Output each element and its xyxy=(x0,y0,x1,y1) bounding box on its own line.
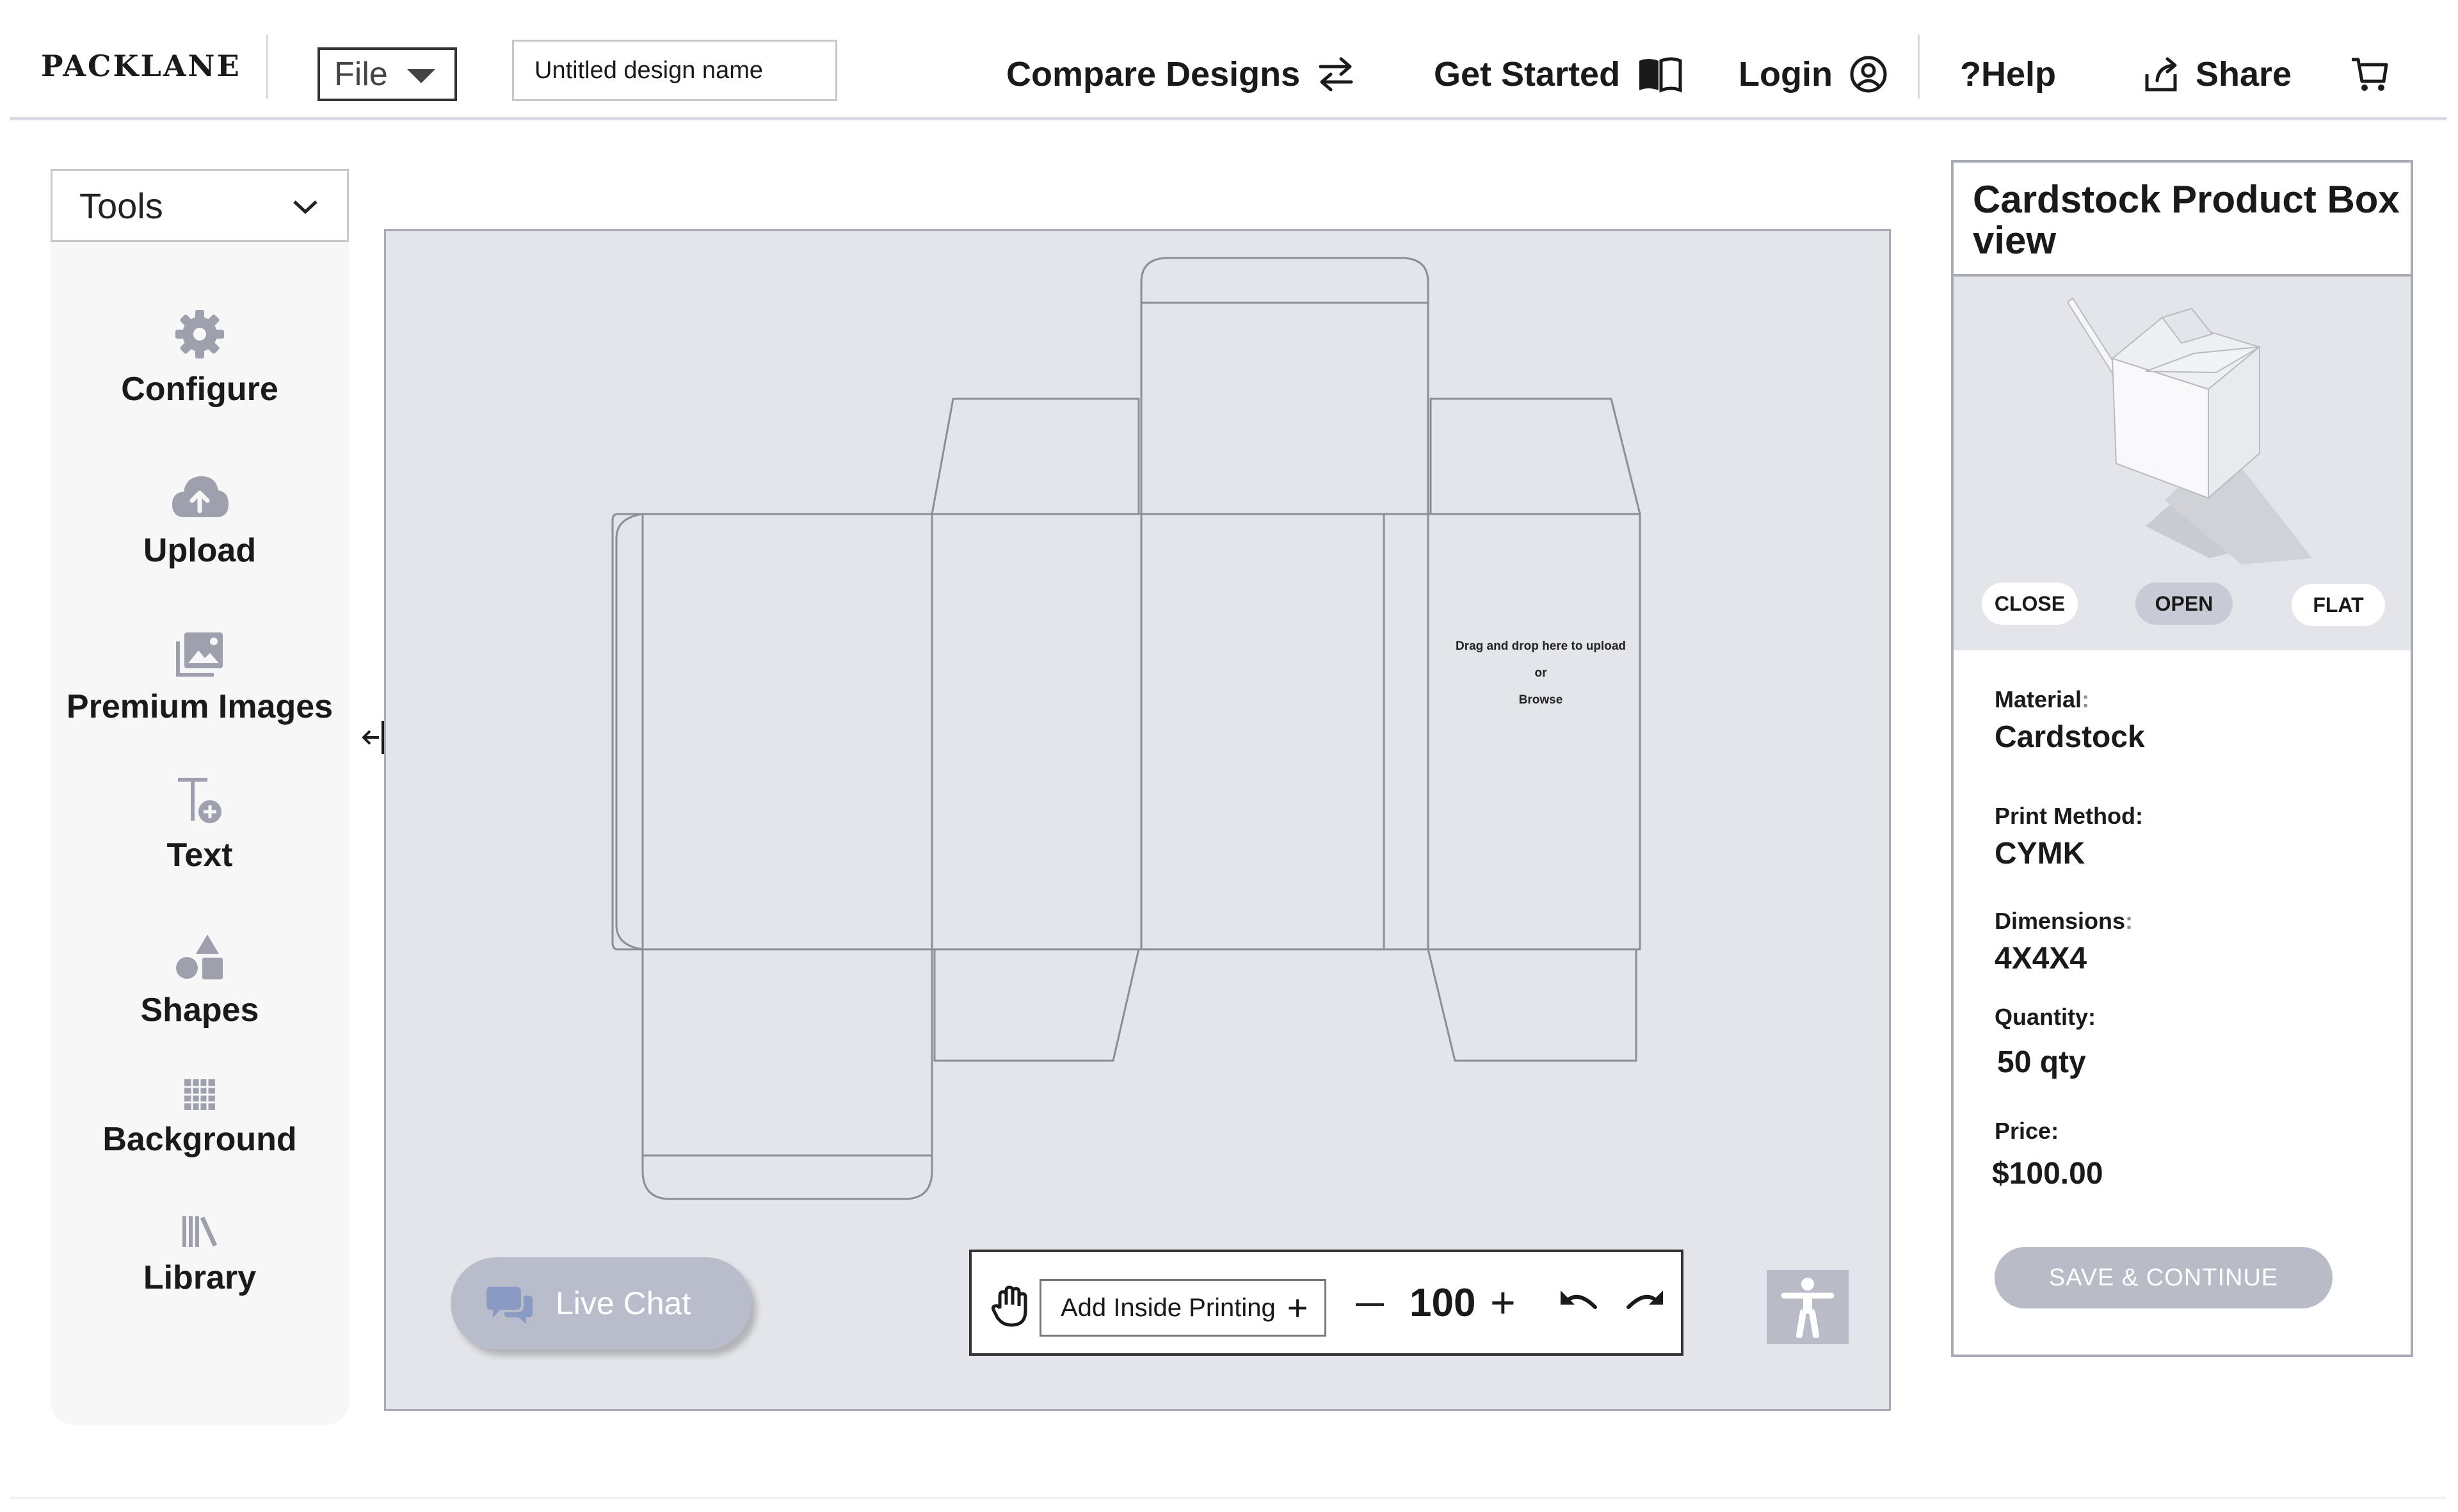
material-field: Material: Cardstock xyxy=(1995,686,2145,755)
share-label: Share xyxy=(2196,55,2292,93)
gear-icon xyxy=(175,310,224,358)
chat-bubbles-icon xyxy=(486,1287,533,1324)
compare-designs-link[interactable]: Compare Designs xyxy=(1006,49,1355,100)
redo-icon[interactable] xyxy=(1625,1288,1666,1316)
price-label: Price: xyxy=(1995,1118,2059,1144)
library-icon xyxy=(182,1216,218,1247)
tool-label: Upload xyxy=(143,532,257,569)
canvas-toolbar: Add Inside Printing + 100 + xyxy=(969,1250,1683,1356)
dimensions-value: 4X4X4 xyxy=(1995,942,2087,976)
quantity-label: Quantity: xyxy=(1995,1004,2096,1030)
upload-dropzone[interactable]: Drag and drop here to upload or Browse xyxy=(1432,633,1650,714)
tool-label: Text xyxy=(166,837,233,874)
tool-label: Premium Images xyxy=(66,688,333,725)
login-label: Login xyxy=(1739,55,1833,93)
help-link[interactable]: ?Help xyxy=(1960,49,2056,100)
tool-configure[interactable]: Configure xyxy=(51,307,349,408)
tools-dropdown-label: Tools xyxy=(79,185,163,226)
tool-label: Background xyxy=(102,1121,297,1158)
zoom-in-button[interactable]: + xyxy=(1490,1278,1516,1328)
compare-designs-label: Compare Designs xyxy=(1006,55,1301,93)
hand-pan-icon[interactable] xyxy=(991,1285,1031,1328)
get-started-link[interactable]: Get Started xyxy=(1434,49,1683,100)
tool-label: Configure xyxy=(121,371,278,408)
browse-link[interactable]: Browse xyxy=(1432,687,1650,714)
price-field: Price: $100.00 xyxy=(1992,1118,2103,1191)
tool-background[interactable]: Background xyxy=(51,1078,349,1159)
login-link[interactable]: Login xyxy=(1739,49,1888,100)
zoom-out-button[interactable] xyxy=(1356,1285,1384,1324)
save-continue-button[interactable]: SAVE & CONTINUE xyxy=(1995,1247,2333,1308)
help-label: ?Help xyxy=(1960,55,2057,93)
upload-hint-text: Drag and drop here to upload xyxy=(1455,639,1626,653)
design-canvas[interactable]: Drag and drop here to upload or Browse xyxy=(384,229,1891,1411)
header-divider xyxy=(266,35,268,99)
tool-text[interactable]: Text xyxy=(51,776,349,874)
print-method-label: Print Method: xyxy=(1995,803,2143,829)
tool-upload[interactable]: Upload xyxy=(51,471,349,570)
accessibility-icon xyxy=(1781,1278,1835,1338)
swap-arrows-icon xyxy=(1319,57,1353,92)
plus-icon: + xyxy=(1287,1287,1308,1328)
live-chat-button[interactable]: Live Chat xyxy=(451,1257,751,1349)
accessibility-button[interactable] xyxy=(1767,1270,1849,1344)
share-link[interactable]: Share xyxy=(2142,49,2292,100)
quantity-field: Quantity: 50 qty xyxy=(1995,1004,2096,1080)
share-icon xyxy=(2145,57,2177,92)
cart-button[interactable] xyxy=(2349,49,2389,100)
view-flat-button[interactable]: FLAT xyxy=(2292,584,2385,626)
upload-hint-or: or xyxy=(1534,666,1547,680)
image-icon xyxy=(176,632,223,677)
view-open-button[interactable]: OPEN xyxy=(2135,583,2233,625)
chevron-down-icon xyxy=(293,200,317,214)
quantity-value: 50 qty xyxy=(1997,1045,2086,1079)
material-label: Material: xyxy=(1995,686,2090,712)
box-dieline xyxy=(611,257,1641,1200)
cloud-upload-icon xyxy=(172,476,229,517)
dimensions-field: Dimensions: 4X4X4 xyxy=(1995,908,2133,976)
user-circle-icon xyxy=(1850,56,1887,93)
tools-panel: Configure Upload Premium Images Text Sha… xyxy=(51,242,349,1425)
packlane-logo[interactable]: PACKLANE xyxy=(41,49,241,83)
file-menu-dropdown[interactable]: File xyxy=(317,47,457,101)
add-inside-printing-label: Add Inside Printing xyxy=(1061,1293,1276,1322)
tool-label: Library xyxy=(143,1259,257,1296)
shapes-icon xyxy=(176,935,223,979)
tool-label: Shapes xyxy=(140,992,259,1029)
top-header: PACKLANE File Compare Designs Get Starte… xyxy=(10,0,2446,120)
file-menu-label: File xyxy=(334,56,388,93)
price-value: $100.00 xyxy=(1992,1157,2103,1191)
product-3d-view[interactable]: CLOSE OPEN FLAT xyxy=(1954,277,2411,650)
print-method-field: Print Method: CYMK xyxy=(1995,803,2143,871)
dimensions-label: Dimensions: xyxy=(1995,908,2133,934)
book-icon xyxy=(1639,57,1682,93)
material-value: Cardstock xyxy=(1995,720,2145,754)
caret-down-icon xyxy=(407,69,435,83)
add-inside-printing-button[interactable]: Add Inside Printing + xyxy=(1040,1279,1326,1337)
get-started-label: Get Started xyxy=(1434,55,1621,93)
product-title: Cardstock Product Box view xyxy=(1954,163,2411,277)
zoom-level: 100 xyxy=(1410,1281,1476,1325)
tool-library[interactable]: Library xyxy=(51,1214,349,1297)
cart-icon xyxy=(2352,58,2388,91)
view-close-button[interactable]: CLOSE xyxy=(1982,583,2078,625)
text-add-icon xyxy=(178,778,221,823)
footer-divider xyxy=(10,1497,2446,1499)
grid-icon xyxy=(184,1079,215,1110)
tool-shapes[interactable]: Shapes xyxy=(51,933,349,1029)
print-method-value: CYMK xyxy=(1995,837,2085,871)
minus-icon xyxy=(1356,1303,1384,1306)
header-divider xyxy=(1918,35,1920,99)
tools-dropdown[interactable]: Tools xyxy=(51,169,349,242)
live-chat-label: Live Chat xyxy=(556,1285,691,1321)
undo-icon[interactable] xyxy=(1558,1288,1599,1316)
product-panel: Cardstock Product Box view CLOSE OPEN FL… xyxy=(1951,160,2413,1357)
tool-premium-images[interactable]: Premium Images xyxy=(51,630,349,726)
design-name-input[interactable] xyxy=(512,40,837,101)
